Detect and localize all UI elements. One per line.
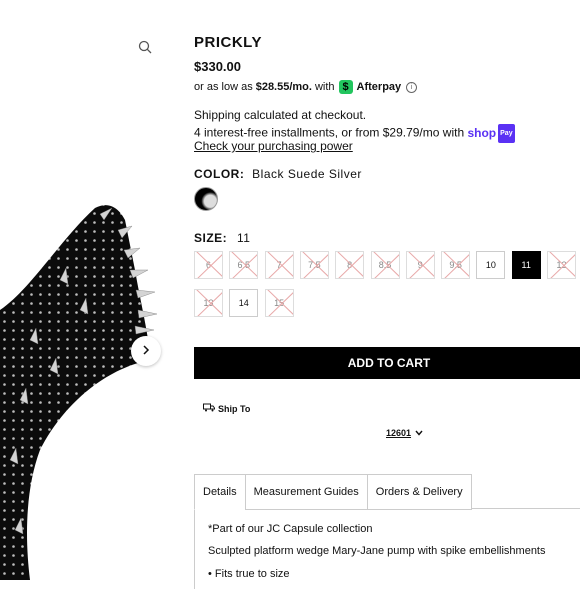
installments-text: 4 interest-free installments, or from $2…: [194, 125, 465, 140]
details-collection-note: *Part of our JC Capsule collection: [208, 523, 373, 535]
zip-code: 12601: [386, 428, 412, 438]
product-image: [0, 205, 158, 580]
size-option[interactable]: 9.5: [441, 251, 471, 279]
shipping-note: Shipping calculated at checkout.: [194, 108, 367, 122]
shipping-info: Shipping calculated at checkout. 4 inter…: [194, 107, 515, 143]
color-swatch[interactable]: [194, 187, 218, 211]
size-option[interactable]: 11: [511, 251, 541, 279]
info-tabs: Details Measurement Guides Orders & Deli…: [194, 474, 472, 510]
add-to-cart-button[interactable]: ADD TO CART: [194, 347, 580, 379]
size-option[interactable]: 6.5: [229, 251, 259, 279]
color-value: Black Suede Silver: [252, 167, 362, 181]
tab-details[interactable]: Details: [194, 474, 246, 510]
product-title: PRICKLY: [194, 34, 262, 51]
ship-to: Ship To: [203, 403, 250, 414]
color-key: COLOR:: [194, 167, 245, 181]
size-option[interactable]: 14: [229, 289, 259, 317]
size-option[interactable]: 7: [264, 251, 294, 279]
afterpay-line: or as low as $28.55/mo. with $ Afterpay …: [194, 80, 418, 94]
info-icon[interactable]: i: [406, 81, 418, 93]
afterpay-with: with: [314, 81, 335, 93]
chevron-down-icon: [415, 428, 423, 438]
tab-measurement-guides[interactable]: Measurement Guides: [244, 474, 368, 510]
size-option[interactable]: 15: [264, 289, 294, 317]
size-key: SIZE:: [194, 231, 228, 245]
details-description: Sculpted platform wedge Mary-Jane pump w…: [208, 545, 546, 557]
size-selector-label: SIZE: 11: [194, 231, 250, 245]
size-option[interactable]: 6: [194, 251, 223, 279]
chevron-right-icon: [141, 342, 151, 360]
size-option[interactable]: 8.5: [370, 251, 400, 279]
truck-icon: [203, 403, 215, 414]
shop-pay-badge: Pay: [498, 124, 515, 143]
details-bullet-text: Fits true to size: [214, 568, 290, 580]
purchasing-power-link[interactable]: Check your purchasing power: [194, 139, 353, 153]
product-price: $330.00: [194, 59, 241, 74]
size-option[interactable]: 10: [476, 251, 506, 279]
details-bullet: • Fits true to size: [208, 568, 290, 580]
next-image-button[interactable]: [131, 336, 161, 366]
tab-orders-delivery[interactable]: Orders & Delivery: [366, 474, 472, 510]
zip-selector[interactable]: 12601: [386, 428, 423, 438]
size-option[interactable]: 8: [335, 251, 365, 279]
afterpay-logo-icon: $: [338, 80, 353, 94]
size-option[interactable]: 13: [194, 289, 223, 317]
size-option[interactable]: 9: [405, 251, 435, 279]
afterpay-prefix: or as low as: [194, 81, 253, 93]
shop-brand: shop: [467, 125, 497, 140]
product-gallery: [0, 0, 180, 580]
color-selector-label: COLOR: Black Suede Silver: [194, 167, 362, 181]
size-value: 11: [237, 231, 251, 245]
ship-to-label: Ship To: [218, 403, 251, 414]
zoom-icon[interactable]: [138, 40, 154, 56]
shop-pay-logo: shop Pay: [467, 124, 515, 143]
afterpay-amount: $28.55/mo.: [255, 81, 312, 93]
size-option[interactable]: 7.5: [299, 251, 329, 279]
size-option[interactable]: 12: [547, 251, 576, 279]
afterpay-brand: Afterpay: [356, 81, 402, 93]
